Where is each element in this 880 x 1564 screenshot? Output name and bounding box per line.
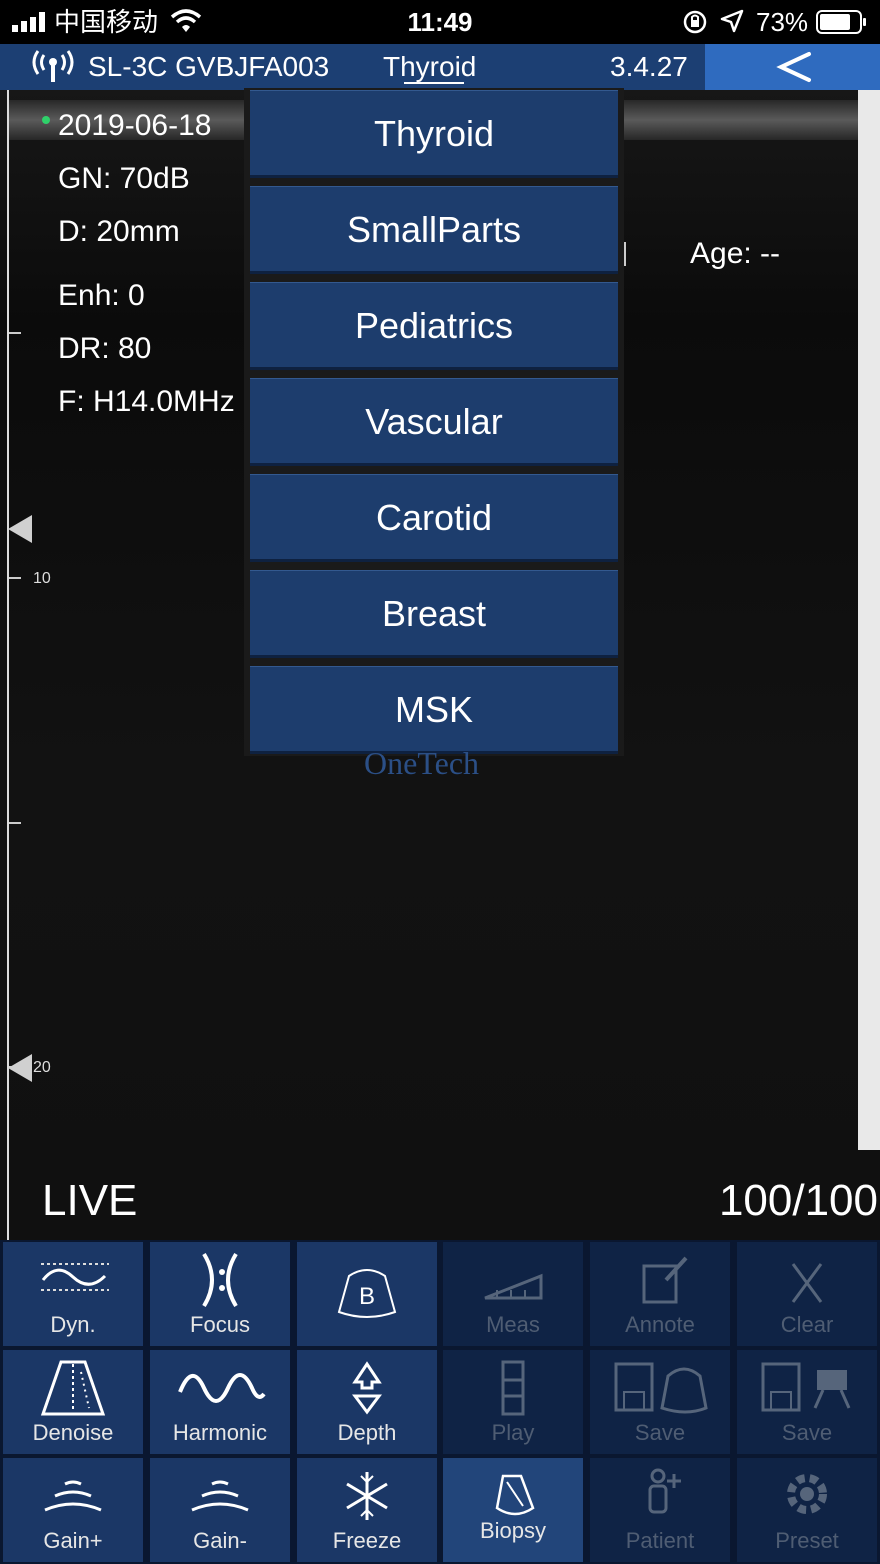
depth-tick [9,332,21,334]
depth-button[interactable]: Depth [297,1350,437,1454]
focus-label: Focus [190,1312,250,1337]
battery-percent: 73% [756,7,809,37]
save-video-icon [761,1362,851,1412]
back-chevron-icon [776,52,811,82]
save-image-button[interactable]: Save [590,1350,730,1454]
focus-marker[interactable] [8,1054,32,1082]
gain-plus-label: Gain+ [43,1528,103,1553]
annotation-icon [642,1256,688,1304]
patient-button[interactable]: Patient [590,1458,730,1562]
b-mode-icon: B [337,1269,397,1318]
clock: 11:49 [407,7,473,37]
save-video-button[interactable]: Save [737,1350,877,1454]
patient-age: Age: -- [690,237,781,270]
dyn-button[interactable]: Dyn. [3,1242,143,1346]
gain-minus-label: Gain- [193,1528,247,1553]
preset-item-thyroid[interactable]: Thyroid [250,90,618,178]
harmonic-label: Harmonic [172,1420,268,1445]
control-toolbar: Dyn. Focus B Meas Annote Clear Denoise H… [0,1240,880,1564]
dyn-label: Dyn. [50,1312,96,1337]
preset-item-pediatrics[interactable]: Pediatrics [250,282,618,370]
patient-icon [648,1468,681,1514]
patient-label: Patient [625,1528,695,1553]
biopsy-label: Biopsy [479,1518,547,1543]
svg-text:B: B [359,1283,375,1310]
depth-arrows-icon [352,1361,382,1415]
meas-label: Meas [486,1312,540,1337]
location-icon [720,9,744,33]
harmonic-wave-icon [178,1373,266,1403]
status-bar: 中国移动 11:49 73% [0,0,880,44]
back-button[interactable] [705,44,880,90]
gain-plus-button[interactable]: Gain+ [3,1458,143,1562]
annote-button[interactable]: Annote [590,1242,730,1346]
device-id: SL-3C GVBJFA003 [88,51,330,82]
preset-item-breast[interactable]: Breast [250,570,618,658]
play-button[interactable]: Play [443,1350,583,1454]
text-fragment [624,242,626,266]
depth-label-10: 10 [33,570,51,587]
preset-button[interactable]: Preset [737,1458,877,1562]
gain-minus-button[interactable]: Gain- [150,1458,290,1562]
exam-date: 2019-06-18 [58,109,212,142]
depth-tick [9,822,21,824]
preset-item-msk[interactable]: MSK [250,666,618,754]
preset-label: Preset [775,1528,839,1553]
meas-button[interactable]: Meas [443,1242,583,1346]
version-label: 3.4.27 [610,51,688,82]
save-video-label: Save [781,1420,833,1445]
annote-label: Annote [625,1312,695,1337]
preset-menu: Thyroid SmallParts Pediatrics Vascular C… [244,88,624,756]
focus-icon [202,1252,238,1308]
focus-marker[interactable] [8,515,32,543]
biopsy-icon [495,1474,535,1516]
clear-icon [791,1263,823,1303]
gain-up-icon [44,1480,102,1512]
gear-icon [787,1474,827,1514]
denoise-button[interactable]: Denoise [3,1350,143,1454]
clear-label: Clear [780,1312,834,1337]
orientation-lock-icon [683,10,707,34]
current-preset[interactable]: Thyroid [383,50,476,84]
wireless-probe-icon [32,50,74,82]
harmonic-button[interactable]: Harmonic [150,1350,290,1454]
battery-icon [816,10,866,34]
freeze-label: Freeze [332,1528,402,1553]
dynamic-range-icon [41,1263,109,1291]
frame-counter: 100/100 [718,1176,878,1225]
film-play-icon [501,1360,525,1416]
ruler-icon [484,1273,543,1300]
depth-tick [9,577,21,579]
depth-label-20: 20 [33,1059,51,1076]
dynamic-range-value: DR: 80 [58,332,152,365]
snowflake-icon [346,1472,388,1520]
clear-button[interactable]: Clear [737,1242,877,1346]
depth-label: Depth [337,1420,397,1445]
denoise-label: Denoise [32,1420,114,1445]
gain-down-icon [191,1480,249,1512]
enhance-value: Enh: 0 [58,279,145,312]
b-mode-button[interactable]: B [297,1242,437,1346]
preset-underline [404,82,464,84]
grayscale-bar [858,90,880,1150]
gain-value: GN: 70dB [58,162,190,195]
biopsy-button[interactable]: Biopsy [443,1458,583,1562]
live-indicator: LIVE [42,1176,138,1225]
freeze-button[interactable]: Freeze [297,1458,437,1562]
denoise-icon [40,1360,106,1416]
save-image-label: Save [634,1420,686,1445]
focus-button[interactable]: Focus [150,1242,290,1346]
frequency-value: F: H14.0MHz [58,385,235,418]
probe-orientation-dot [42,116,50,124]
preset-item-vascular[interactable]: Vascular [250,378,618,466]
preset-item-smallparts[interactable]: SmallParts [250,186,618,274]
depth-value: D: 20mm [58,215,180,248]
preset-item-carotid[interactable]: Carotid [250,474,618,562]
save-image-icon [614,1362,708,1414]
brand-watermark: OneTech [364,745,480,781]
play-label: Play [491,1420,535,1445]
